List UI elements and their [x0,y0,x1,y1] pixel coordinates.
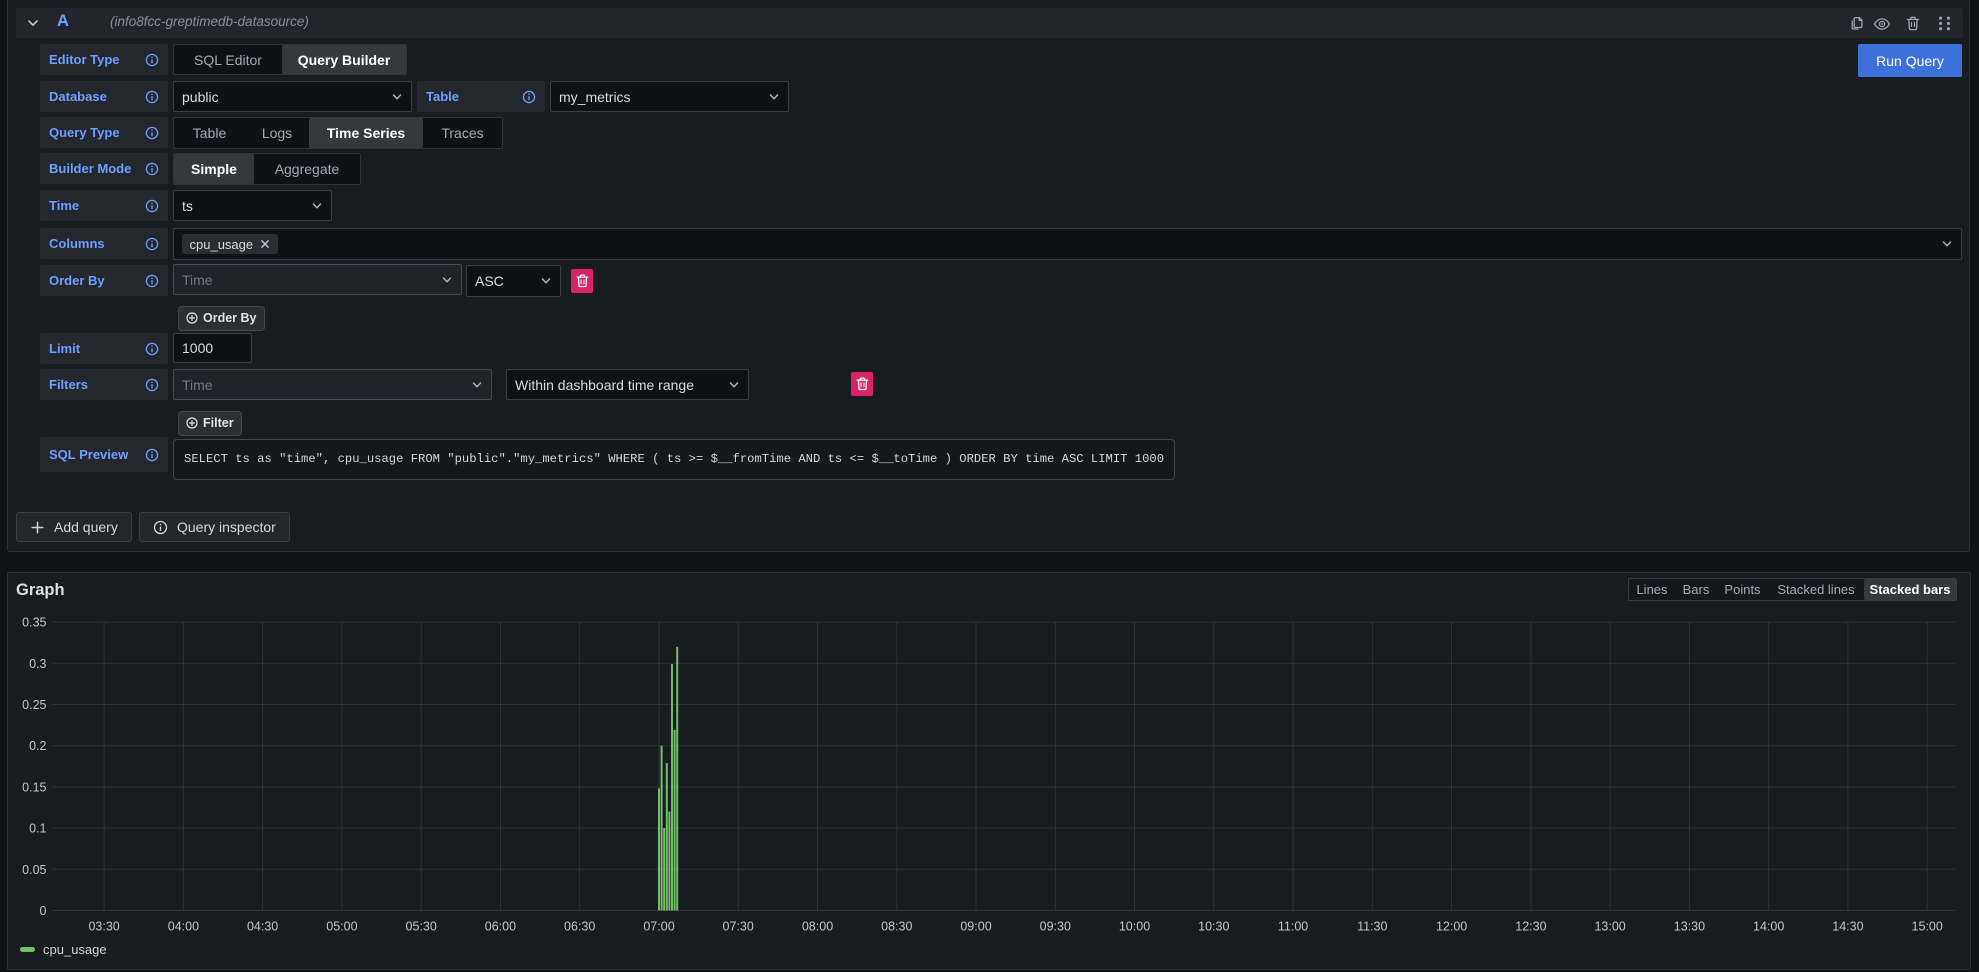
svg-text:05:30: 05:30 [406,920,437,934]
svg-text:cpu_usage: cpu_usage [43,942,107,957]
svg-text:09:30: 09:30 [1040,920,1071,934]
svg-text:10:00: 10:00 [1119,920,1150,934]
svg-text:11:00: 11:00 [1278,920,1308,934]
svg-text:15:00: 15:00 [1912,920,1943,934]
svg-text:05:00: 05:00 [326,920,357,934]
svg-text:03:30: 03:30 [88,920,119,934]
svg-text:08:30: 08:30 [881,920,912,934]
svg-text:14:30: 14:30 [1832,920,1863,934]
svg-text:13:00: 13:00 [1594,920,1625,934]
svg-text:04:30: 04:30 [247,920,278,934]
svg-text:0.2: 0.2 [29,739,46,753]
svg-text:04:00: 04:00 [168,920,199,934]
svg-text:12:00: 12:00 [1436,920,1467,934]
svg-text:0.1: 0.1 [29,822,46,836]
svg-text:07:30: 07:30 [723,920,754,934]
svg-text:0: 0 [40,904,47,918]
svg-text:06:00: 06:00 [485,920,516,934]
svg-text:0.35: 0.35 [22,616,46,630]
svg-text:0.05: 0.05 [22,863,46,877]
svg-text:0.3: 0.3 [29,657,46,671]
svg-text:09:00: 09:00 [960,920,991,934]
svg-text:11:30: 11:30 [1357,920,1387,934]
svg-text:07:00: 07:00 [643,920,674,934]
svg-text:0.25: 0.25 [22,698,46,712]
svg-text:12:30: 12:30 [1515,920,1546,934]
svg-text:10:30: 10:30 [1198,920,1229,934]
svg-text:08:00: 08:00 [802,920,833,934]
svg-text:06:30: 06:30 [564,920,595,934]
svg-text:0.15: 0.15 [22,780,46,794]
svg-text:13:30: 13:30 [1674,920,1705,934]
svg-text:14:00: 14:00 [1753,920,1784,934]
